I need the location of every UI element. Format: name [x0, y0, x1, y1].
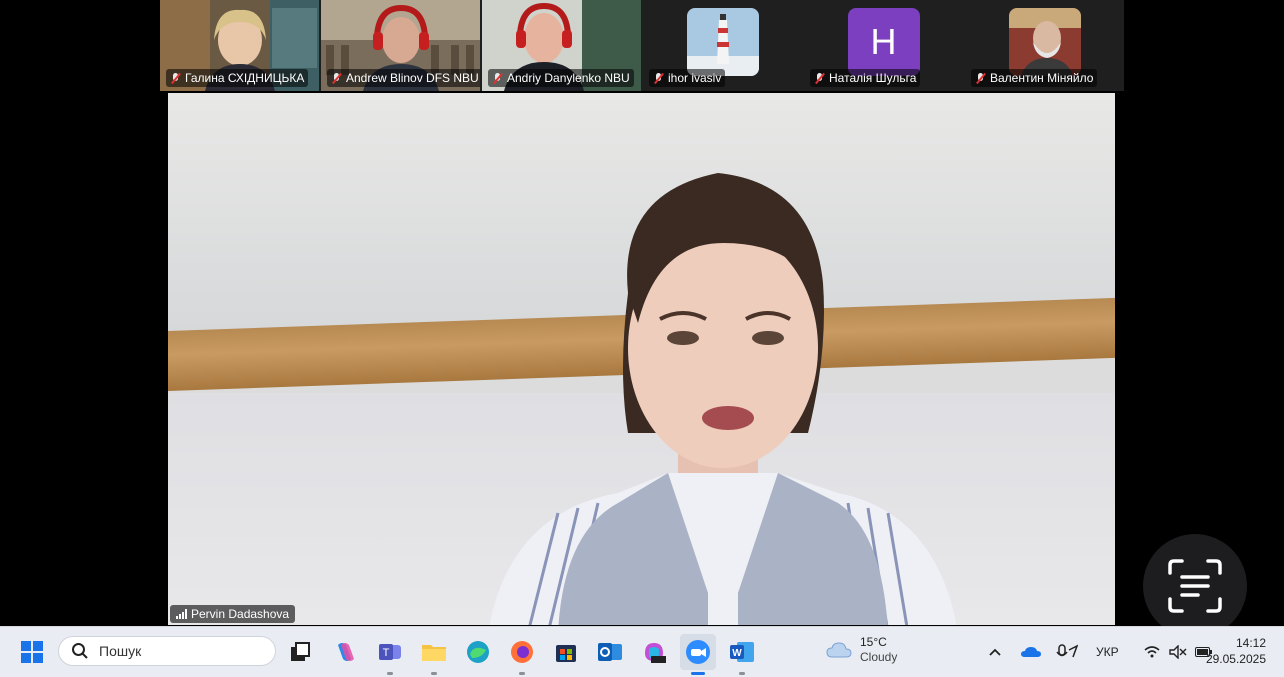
word-icon: W [730, 642, 754, 662]
taskbar-search[interactable]: Пошук [58, 636, 276, 666]
mic-muted-icon [814, 72, 825, 84]
participant-tile[interactable]: ihor ivasiv [643, 0, 802, 91]
m365-button[interactable] [636, 634, 672, 670]
mic-muted-icon [653, 72, 664, 84]
signal-strength-icon [176, 609, 187, 619]
clock-date: 29.05.2025 [1205, 652, 1266, 666]
participant-initial-avatar: H [847, 8, 920, 76]
zoom-button[interactable] [680, 634, 716, 675]
mic-muted-icon [170, 72, 181, 84]
speaker-figure [489, 173, 957, 625]
mic-muted-icon [331, 72, 342, 84]
microphone-in-use-icon[interactable] [1052, 644, 1082, 660]
mic-muted-icon [975, 72, 986, 84]
svg-text:T: T [383, 647, 390, 659]
participant-tile[interactable]: H Наталія Шульга [804, 0, 963, 91]
speaker-name-label: Pervin Dadashova [170, 605, 296, 623]
outlook-button[interactable] [592, 634, 628, 670]
participant-name-label: Галина СХІДНИЦЬКА [166, 69, 309, 87]
start-button[interactable] [14, 634, 50, 670]
screen-scan-button[interactable] [1143, 534, 1247, 638]
weather-widget[interactable]: 15°C Cloudy [826, 635, 897, 665]
participant-strip: Галина СХІДНИЦЬКА Andrew Blinov DFS NBU [160, 0, 1124, 91]
participant-name-label: Andriy Danylenko NBU [488, 69, 634, 87]
main-speaker-video: Pervin Dadashova [168, 93, 1115, 625]
lighthouse-image [686, 8, 759, 76]
participant-name-label: Andrew Blinov DFS NBU [327, 69, 480, 87]
store-button[interactable] [548, 634, 584, 670]
cloud-icon [826, 642, 852, 658]
participant-name-label: Валентин Міняйло [971, 69, 1098, 87]
firefox-button[interactable] [504, 634, 540, 675]
participant-name: Andrew Blinov DFS NBU [346, 71, 479, 85]
file-explorer-button[interactable] [416, 634, 452, 675]
participant-photo [1008, 8, 1081, 76]
teams-icon: T [379, 644, 401, 660]
task-view-button[interactable] [282, 634, 318, 670]
system-tray: УКР [986, 627, 1217, 677]
task-view-icon [291, 642, 310, 661]
running-indicator [387, 672, 393, 675]
participant-name: Валентин Міняйло [990, 71, 1094, 85]
participant-name: Галина СХІДНИЦЬКА [185, 71, 305, 85]
participant-avatar [1008, 8, 1081, 76]
edge-icon [467, 641, 489, 663]
clock-time: 14:12 [1235, 636, 1266, 650]
running-indicator [431, 672, 437, 675]
wifi-icon[interactable] [1139, 646, 1165, 658]
weather-temperature: 15°C [860, 635, 887, 649]
m365-icon [645, 643, 666, 663]
firefox-icon [511, 641, 533, 663]
teams-button[interactable]: T [372, 634, 408, 675]
outlook-icon [598, 643, 622, 661]
word-button[interactable]: W [724, 634, 760, 675]
svg-text:W: W [732, 648, 742, 659]
running-indicator [519, 672, 525, 675]
participant-name-label: ihor ivasiv [649, 69, 726, 87]
onedrive-icon[interactable] [1016, 646, 1046, 658]
language-indicator[interactable]: УКР [1096, 645, 1119, 659]
search-icon [72, 643, 88, 659]
windows-start-icon [21, 641, 43, 663]
text-scan-icon [1168, 559, 1222, 613]
participant-name: Наталія Шульга [829, 71, 917, 85]
windows-taskbar: Пошук T W 15°C Cloudy УКР 14:12 29.05.20… [0, 626, 1284, 677]
weather-condition: Cloudy [860, 650, 898, 664]
participant-avatar [686, 8, 759, 76]
speaker-name: Pervin Dadashova [191, 607, 290, 621]
participant-name: Andriy Danylenko NBU [507, 71, 630, 85]
active-app-indicator [691, 672, 705, 675]
participant-name-label: Наталія Шульга [810, 69, 921, 87]
mic-muted-icon [492, 72, 503, 84]
volume-muted-icon[interactable] [1165, 645, 1191, 659]
copilot-icon [338, 643, 354, 661]
zoom-icon [686, 640, 710, 664]
file-explorer-icon [422, 645, 446, 661]
participant-tile[interactable]: Галина СХІДНИЦЬКА [160, 0, 319, 91]
participant-tile[interactable]: Andrew Blinov DFS NBU [321, 0, 480, 91]
participant-name: ihor ivasiv [668, 71, 722, 85]
participant-tile[interactable]: Andriy Danylenko NBU [482, 0, 641, 91]
running-indicator [739, 672, 745, 675]
edge-button[interactable] [460, 634, 496, 670]
store-icon [556, 645, 576, 662]
taskbar-clock[interactable]: 14:12 29.05.2025 [1206, 635, 1266, 667]
participant-tile[interactable]: Валентин Міняйло [965, 0, 1124, 91]
search-placeholder: Пошук [99, 643, 142, 659]
copilot-button[interactable] [328, 634, 364, 670]
show-hidden-icons-chevron-icon[interactable] [986, 648, 1004, 656]
